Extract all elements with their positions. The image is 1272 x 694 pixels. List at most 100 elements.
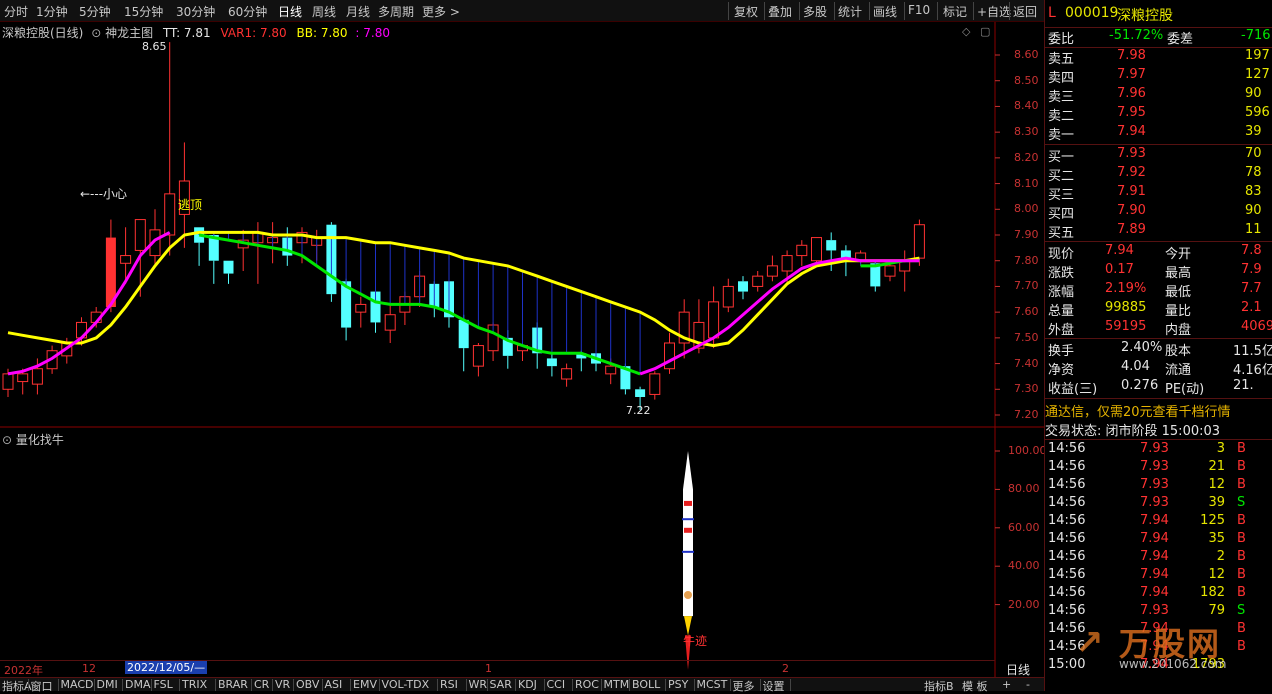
- indicator-tab[interactable]: EMV: [353, 678, 377, 691]
- overlay-button[interactable]: 叠加: [768, 3, 792, 20]
- stat-value: 99885: [1105, 300, 1147, 315]
- ask-row: 卖一 7.94 39: [1045, 124, 1272, 143]
- tab-fenshi[interactable]: 分时: [4, 3, 28, 20]
- indicator-tab[interactable]: FSL: [154, 678, 173, 691]
- indicator-tab[interactable]: ROC: [575, 678, 599, 691]
- tab-divider: [251, 679, 252, 691]
- panel-control-button[interactable]: 模 板: [962, 678, 988, 694]
- tick-row: 14:56 7.94 12 B: [1045, 567, 1272, 586]
- indicator-tab[interactable]: CCI: [547, 678, 566, 691]
- indicator-tab[interactable]: CR: [254, 678, 269, 691]
- toolbar-divider: [869, 2, 870, 20]
- mark-button[interactable]: 标记: [943, 3, 967, 20]
- ask-price: 7.96: [1117, 86, 1146, 101]
- tab-multi-period[interactable]: 多周期: [378, 3, 414, 20]
- f10-button[interactable]: F10: [908, 3, 930, 17]
- indicator-tab[interactable]: MCST: [697, 678, 728, 691]
- high-price-marker: 8.65: [142, 40, 167, 53]
- tab-15min[interactable]: 15分钟: [124, 3, 163, 20]
- tab-more[interactable]: 更多 >: [422, 3, 460, 20]
- candle-body: [164, 193, 176, 236]
- divider: [1045, 241, 1272, 242]
- candle-body: [384, 314, 396, 331]
- indicator-tab[interactable]: BOLL: [632, 678, 660, 691]
- stat-label: 最高: [1165, 266, 1192, 281]
- tab-5min[interactable]: 5分钟: [79, 3, 111, 20]
- tab-30min[interactable]: 30分钟: [176, 3, 215, 20]
- indicator-tab[interactable]: MTM: [604, 678, 630, 691]
- back-button[interactable]: 返回: [1013, 3, 1037, 20]
- indicator-tab[interactable]: PSY: [668, 678, 688, 691]
- tab-daily[interactable]: 日线: [278, 3, 302, 20]
- candle-body: [472, 345, 484, 367]
- watermark-url: www.201062.com: [1119, 657, 1227, 671]
- bid-row: 买四 7.90 90: [1045, 203, 1272, 222]
- year-label: 2022年: [4, 664, 43, 677]
- indicator-tab[interactable]: 设置: [763, 678, 785, 694]
- bid-volume: 90: [1245, 203, 1262, 218]
- indicator-tab[interactable]: BRAR: [218, 678, 248, 691]
- multi-stock-button[interactable]: 多股: [803, 3, 827, 20]
- weibi-value: -51.72%: [1109, 28, 1164, 43]
- tab-divider: [272, 679, 273, 691]
- tick-side: S: [1237, 495, 1246, 510]
- stats-button[interactable]: 统计: [838, 3, 862, 20]
- panel-control-button[interactable]: -: [1026, 678, 1030, 691]
- panel-control-button[interactable]: 指标B: [924, 678, 954, 694]
- stat-value: 0.17: [1105, 262, 1134, 277]
- indicator-tab[interactable]: VR: [275, 678, 290, 691]
- sub-indicator-dropdown-icon[interactable]: ⊙: [2, 433, 12, 447]
- indicator-tab[interactable]: SAR: [490, 678, 512, 691]
- tick-row: 14:56 7.93 12 B: [1045, 477, 1272, 496]
- indicator-tab[interactable]: 窗口: [31, 678, 53, 694]
- indicator-tab[interactable]: ASI: [325, 678, 343, 691]
- tab-divider: [350, 679, 351, 691]
- tick-side: B: [1237, 477, 1246, 492]
- tick-volume: 125: [1200, 513, 1225, 528]
- indicator-tab[interactable]: WR: [469, 678, 488, 691]
- bid-volume: 11: [1245, 222, 1262, 237]
- divider: [1045, 398, 1272, 399]
- indicator-tab[interactable]: DMA: [125, 678, 151, 691]
- tab-divider: [515, 679, 516, 691]
- indicator-tab[interactable]: RSI: [440, 678, 458, 691]
- indicator-tab[interactable]: DMI: [97, 678, 118, 691]
- upgrade-ad-link[interactable]: 通达信，仅需20元查看千档行情: [1045, 401, 1272, 420]
- sub-indicator-name[interactable]: 量化找牛: [16, 433, 64, 447]
- stat-label: 内盘: [1165, 323, 1192, 338]
- indicator-tab[interactable]: 更多: [733, 678, 755, 694]
- tab-divider: [629, 679, 630, 691]
- tab-monthly[interactable]: 月线: [346, 3, 370, 20]
- tick-price: 7.94: [1140, 531, 1169, 546]
- tick-time: 14:56: [1048, 585, 1086, 600]
- stat-value: 59195: [1105, 319, 1147, 334]
- indicator-tab[interactable]: TRIX: [182, 678, 207, 691]
- tab-1min[interactable]: 1分钟: [36, 3, 68, 20]
- indicator-tab[interactable]: VOL-TDX: [382, 678, 430, 691]
- tick-side: B: [1237, 585, 1246, 600]
- tab-60min[interactable]: 60分钟: [228, 3, 267, 20]
- bid-volume: 78: [1245, 165, 1262, 180]
- indicator-tab[interactable]: KDJ: [518, 678, 537, 691]
- toolbar-divider: [834, 2, 835, 20]
- month-label: 12: [82, 662, 96, 675]
- rocket-band: [682, 550, 694, 553]
- tick-time: 14:56: [1048, 477, 1086, 492]
- indicator-tab[interactable]: OBV: [296, 678, 319, 691]
- tab-weekly[interactable]: 周线: [312, 3, 336, 20]
- indicator-tab[interactable]: MACD: [61, 678, 94, 691]
- ask-volume: 90: [1245, 86, 1262, 101]
- ask-label: 卖四: [1048, 71, 1075, 86]
- candle-body: [17, 373, 29, 383]
- ask-price: 7.95: [1117, 105, 1146, 120]
- add-watchlist-button[interactable]: +自选: [977, 3, 1011, 20]
- panel-control-button[interactable]: +: [1002, 678, 1011, 691]
- tab-divider: [543, 679, 545, 691]
- tab-divider: [122, 679, 123, 691]
- bid-price: 7.92: [1117, 165, 1146, 180]
- tick-time: 14:56: [1048, 495, 1086, 510]
- kline-chart[interactable]: [0, 22, 1044, 677]
- draw-line-button[interactable]: 画线: [873, 3, 897, 20]
- fuquan-button[interactable]: 复权: [734, 3, 758, 20]
- weicha-label: 委差: [1167, 32, 1194, 47]
